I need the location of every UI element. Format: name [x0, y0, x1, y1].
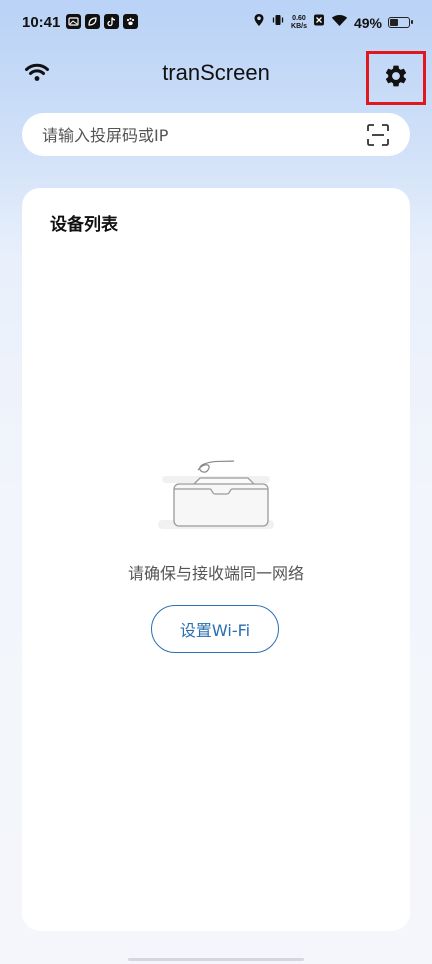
- status-time: 10:41: [22, 14, 61, 31]
- gear-icon: [383, 63, 409, 93]
- battery-icon: [388, 17, 413, 28]
- net-speed-value: 0.60: [292, 14, 306, 22]
- location-icon: [253, 13, 265, 32]
- scan-icon[interactable]: [366, 123, 390, 147]
- empty-message: 请确保与接收端同一网络: [127, 564, 304, 583]
- set-wifi-button[interactable]: 设置Wi-Fi: [151, 605, 279, 653]
- empty-box-icon: [158, 456, 274, 536]
- leaf-icon: [85, 14, 100, 29]
- tiktok-icon: [104, 14, 119, 29]
- net-speed-unit: KB/s: [291, 22, 307, 30]
- vibrate-icon: [271, 13, 285, 32]
- battery-percent: 49%: [353, 14, 382, 31]
- system-status-icons: 0.60 KB/s 49%: [253, 13, 413, 32]
- gallery-icon: [66, 14, 81, 29]
- status-bar: 10:41 0.60 KB/s 49%: [0, 0, 432, 48]
- device-list-title: 设备列表: [50, 215, 118, 235]
- data-saver-icon: [313, 13, 325, 32]
- paw-icon: [123, 14, 138, 29]
- settings-button[interactable]: [366, 51, 426, 105]
- net-speed: 0.60 KB/s: [291, 15, 307, 31]
- home-indicator[interactable]: [128, 958, 304, 961]
- notification-icons: [66, 14, 138, 29]
- wifi-icon: [331, 14, 348, 32]
- device-list-card: 设备列表 请确保与接收端同一网络 设置Wi-Fi: [22, 188, 410, 931]
- app-header: tranScreen: [0, 50, 432, 105]
- search-bar: [22, 113, 410, 158]
- search-input[interactable]: [40, 113, 354, 158]
